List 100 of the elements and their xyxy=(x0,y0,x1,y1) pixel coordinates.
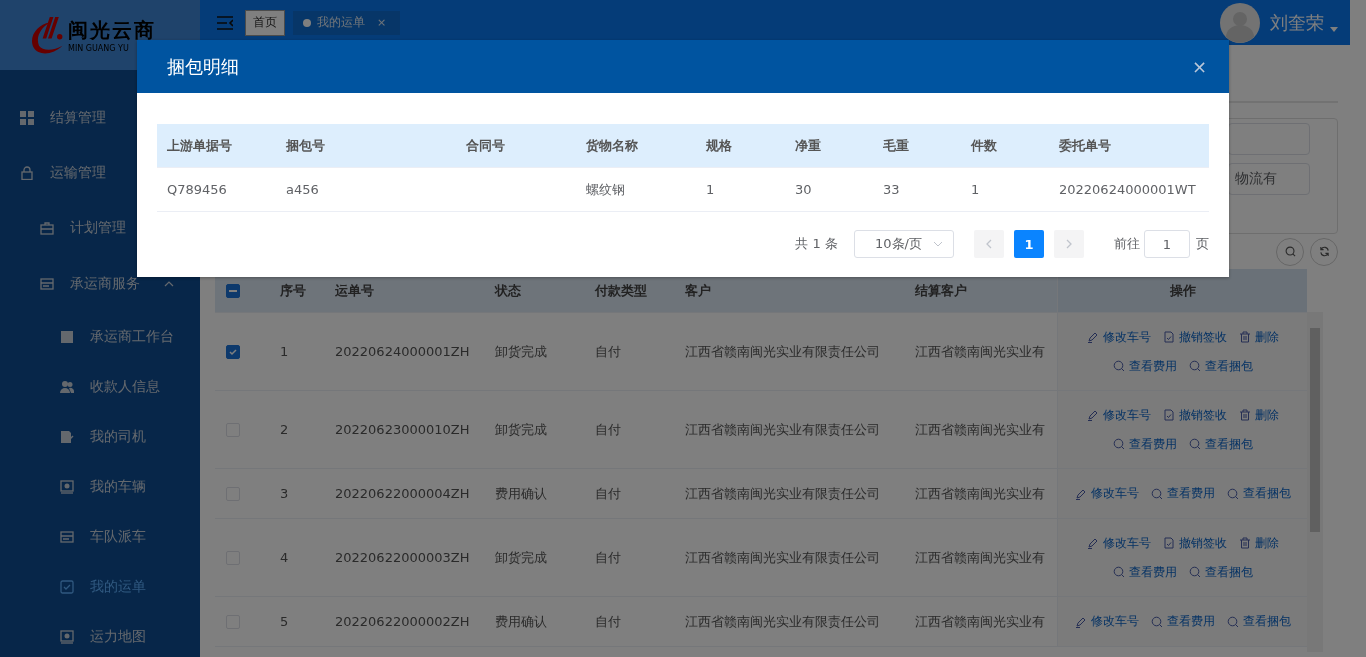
action-link[interactable]: 查看捆包 xyxy=(1226,485,1291,502)
page-size-select[interactable]: 10条/页 xyxy=(854,230,954,258)
refresh-button[interactable] xyxy=(1310,237,1338,266)
search-icon xyxy=(1188,438,1201,450)
table-cell-text: 江西省赣南闽光实业有限责任公司 xyxy=(684,342,881,361)
action-link[interactable]: 删除 xyxy=(1238,534,1279,552)
filter-field[interactable] xyxy=(1228,123,1310,155)
action-link[interactable]: 修改车号 xyxy=(1086,328,1151,346)
caret-up-icon[interactable] xyxy=(164,281,174,287)
caret-down-icon[interactable] xyxy=(1330,27,1338,32)
search-button[interactable] xyxy=(1276,237,1304,266)
sidebar-item[interactable]: 计划管理 xyxy=(0,200,200,256)
table-cell-text: 自付 xyxy=(594,548,622,567)
table-cell-text: a456 xyxy=(285,182,320,197)
table-cell-text: 螺纹钢 xyxy=(585,180,626,199)
refresh-icon xyxy=(1318,246,1330,257)
card-icon xyxy=(40,277,54,291)
table-cell-text: 江西省赣南闽光实业有 xyxy=(914,420,1046,439)
avatar-icon[interactable] xyxy=(1220,2,1260,43)
table-cell-text: 江西省赣南闽光实业有 xyxy=(914,342,1046,361)
action-link[interactable]: 删除 xyxy=(1238,328,1279,346)
checkbox[interactable] xyxy=(226,283,240,298)
action-link[interactable]: 查看捆包 xyxy=(1188,435,1253,453)
menu-icon[interactable] xyxy=(217,15,233,30)
table-cell-text: 卸货完成 xyxy=(494,548,548,567)
search-icon xyxy=(1112,360,1125,372)
monitor-icon xyxy=(60,630,74,644)
table-cell-text: Q789456 xyxy=(166,182,228,197)
column-header: 结算客户 xyxy=(914,281,968,300)
action-link[interactable]: 查看费用 xyxy=(1112,357,1177,375)
action-link[interactable]: 撤销签收 xyxy=(1162,328,1227,346)
sidebar-item[interactable]: 车队派车 xyxy=(0,512,200,562)
table-cell-text: 5 xyxy=(279,614,290,629)
trash-icon xyxy=(1238,331,1251,343)
sidebar-item[interactable]: 承运商工作台 xyxy=(0,312,200,362)
goto-label: 前往 xyxy=(1114,235,1140,253)
table-cell-text: 20220624000001ZH xyxy=(334,344,471,359)
table-cell-text: 江西省赣南闽光实业有限责任公司 xyxy=(684,548,881,567)
page-input[interactable]: 1 xyxy=(1144,230,1190,258)
action-link[interactable]: 查看费用 xyxy=(1150,485,1215,502)
action-link[interactable]: 查看费用 xyxy=(1112,563,1177,581)
search-icon xyxy=(1112,566,1125,578)
sidebar-item[interactable]: 收款人信息 xyxy=(0,362,200,412)
document-check-icon xyxy=(1162,537,1175,549)
column-header: 上游单据号 xyxy=(166,136,233,155)
table-cell-text: 江西省赣南闽光实业有限责任公司 xyxy=(684,612,881,631)
pencil-icon xyxy=(1086,331,1099,343)
table-cell-text: 江西省赣南闽光实业有 xyxy=(914,548,1046,567)
table-cell-text: 20220623000010ZH xyxy=(334,422,471,437)
tab[interactable]: 我的运单 × xyxy=(293,10,401,35)
table-cell-text: 20220622000004ZH xyxy=(334,486,471,501)
sidebar-item[interactable]: 我的司机 xyxy=(0,412,200,462)
action-link[interactable]: 查看费用 xyxy=(1112,435,1177,453)
column-header: 规格 xyxy=(705,136,733,155)
page-number[interactable]: 1 xyxy=(1014,230,1044,258)
dialog-title: 捆包明细 xyxy=(167,54,239,79)
sidebar-item[interactable]: 我的车辆 xyxy=(0,462,200,512)
close-button[interactable]: × xyxy=(1191,56,1207,77)
trash-icon xyxy=(1238,409,1251,421)
action-link[interactable]: 修改车号 xyxy=(1086,534,1151,552)
action-link[interactable]: 撤销签收 xyxy=(1162,534,1227,552)
checkbox[interactable] xyxy=(226,344,240,359)
tab[interactable]: 首页 xyxy=(245,9,285,36)
action-link[interactable]: 删除 xyxy=(1238,406,1279,424)
close-icon[interactable]: × xyxy=(377,16,387,29)
chevron-down-icon xyxy=(933,241,943,247)
logo-subtitle: MIN GUANG YU xyxy=(68,44,130,53)
next-page-button[interactable] xyxy=(1054,230,1084,258)
sidebar-item[interactable]: 承运商服务 xyxy=(0,256,200,312)
document-check-icon xyxy=(1162,409,1175,421)
column-header: 付款类型 xyxy=(593,281,648,300)
user-name[interactable]: 刘奎荣 xyxy=(1270,10,1324,35)
search-icon xyxy=(1188,360,1201,372)
action-link[interactable]: 修改车号 xyxy=(1074,613,1139,630)
pencil-icon xyxy=(1086,537,1099,549)
column-header: 件数 xyxy=(969,136,998,155)
action-link[interactable]: 修改车号 xyxy=(1074,485,1139,502)
table-cell-text: 自付 xyxy=(594,342,622,361)
scrollbar[interactable] xyxy=(1307,312,1323,652)
action-link[interactable]: 查看捆包 xyxy=(1226,613,1291,630)
clapper-icon xyxy=(60,330,74,344)
action-link[interactable]: 查看费用 xyxy=(1150,613,1215,630)
action-link[interactable]: 查看捆包 xyxy=(1188,357,1253,375)
action-link[interactable]: 查看捆包 xyxy=(1188,563,1253,581)
action-link[interactable]: 撤销签收 xyxy=(1162,406,1227,424)
action-link[interactable]: 修改车号 xyxy=(1086,406,1151,424)
previous-page-button[interactable] xyxy=(974,230,1004,258)
table-cell-text: 20220622000002ZH xyxy=(334,614,471,629)
sidebar-item[interactable]: 运力地图 xyxy=(0,612,200,657)
column-header: 合同号 xyxy=(465,136,506,155)
checkbox-icon xyxy=(60,580,74,594)
search-icon xyxy=(1284,246,1296,257)
column-header: 货物名称 xyxy=(585,136,639,155)
column-header: 序号 xyxy=(279,281,307,300)
filter-field[interactable]: 物流有 xyxy=(1228,163,1310,195)
table-cell-text: 江西省赣南闽光实业有限责任公司 xyxy=(684,484,881,503)
table-cell-text: 卸货完成 xyxy=(494,342,548,361)
table-cell-text: 1 xyxy=(279,344,290,359)
table-cell-text: 卸货完成 xyxy=(494,420,548,439)
column-header: 净重 xyxy=(794,136,822,155)
